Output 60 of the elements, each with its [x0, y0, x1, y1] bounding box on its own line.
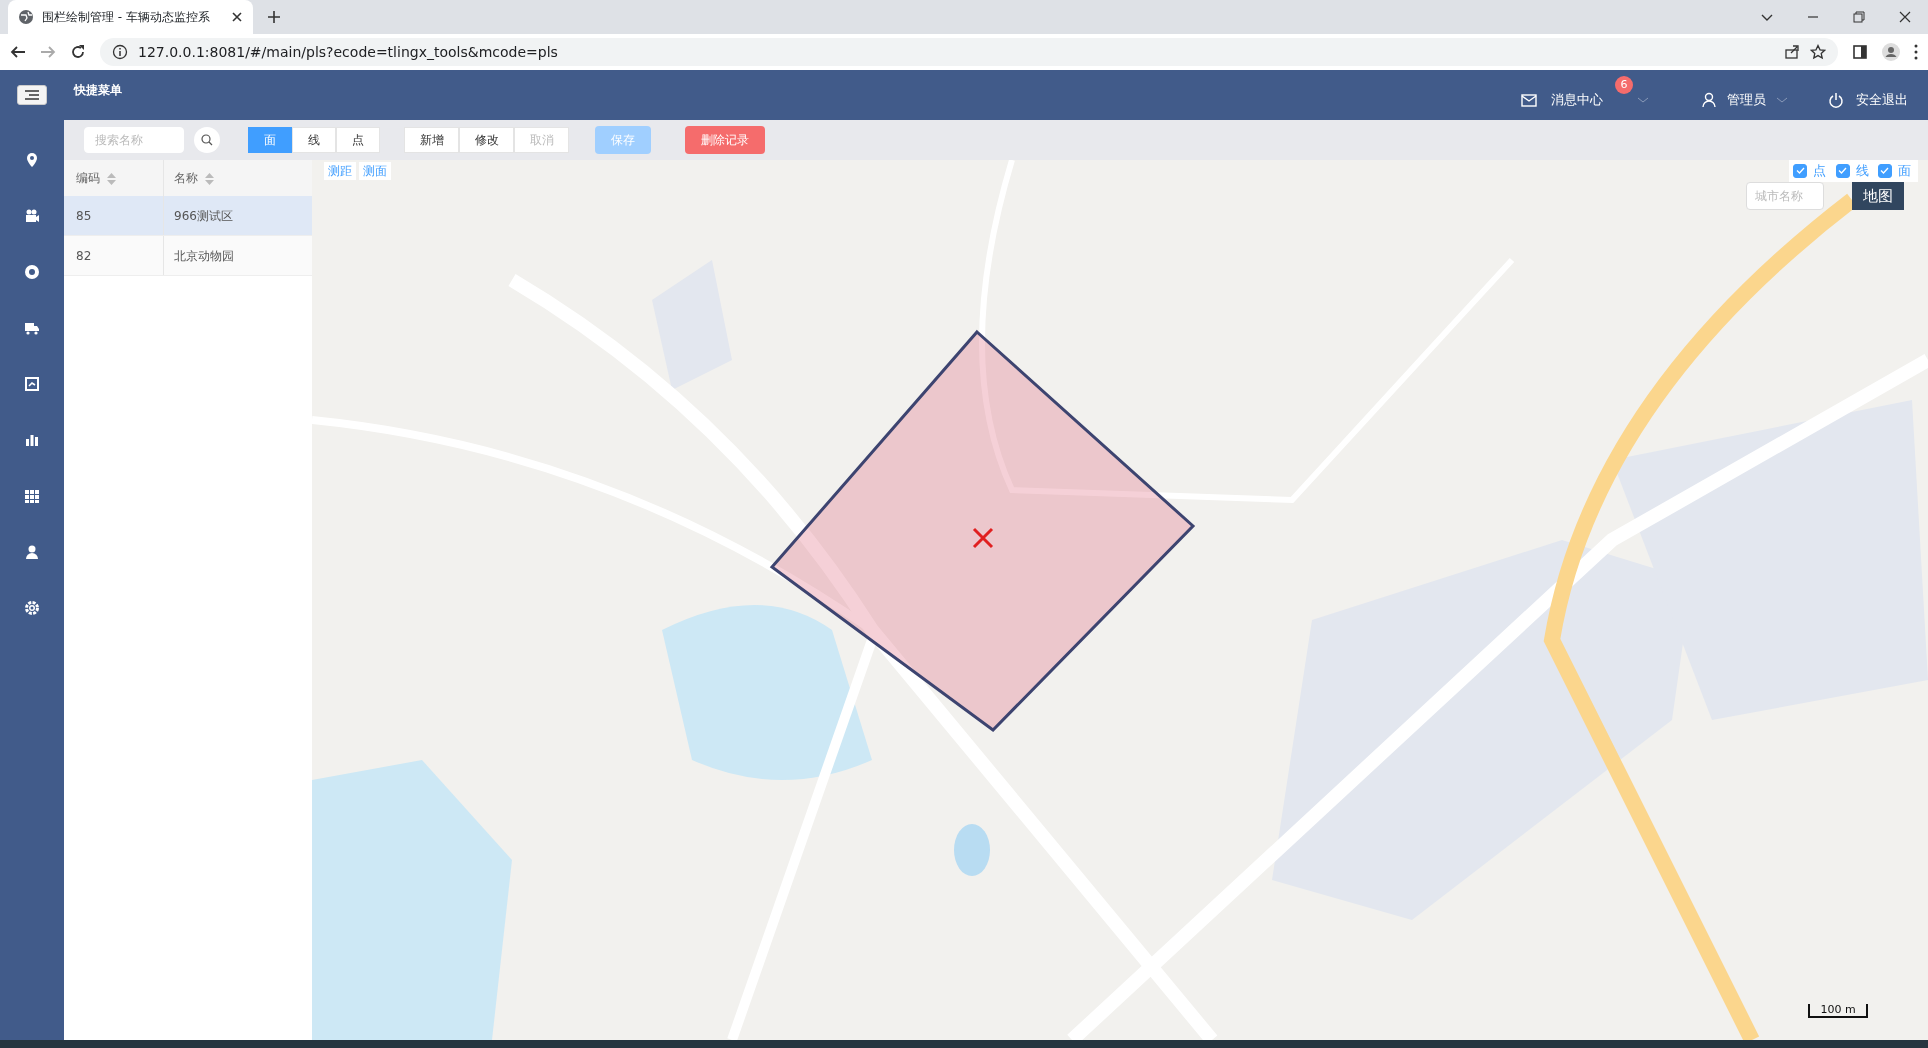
restore-icon[interactable] [1852, 10, 1866, 24]
map-type-button[interactable]: 地图 [1852, 182, 1904, 210]
center-x-icon[interactable] [972, 527, 994, 549]
menu-title: 快捷菜单 [74, 82, 122, 99]
location-pin-icon[interactable] [24, 152, 40, 168]
mode-tab[interactable]: 点 [336, 127, 380, 153]
column-header[interactable]: 名称 [174, 169, 214, 187]
close-icon[interactable] [231, 11, 243, 23]
layer-checkbox[interactable] [1835, 163, 1850, 178]
report-icon[interactable] [24, 376, 40, 392]
layer-label: 点 [1813, 162, 1827, 180]
table-cell-text: 966测试区 [174, 207, 233, 225]
search-field[interactable]: 搜索名称 [84, 127, 184, 153]
truck-icon[interactable] [24, 320, 40, 336]
logout-link[interactable]: 安全退出 [1856, 90, 1908, 110]
address-bar[interactable]: 127.0.0.1:8081/#/main/pls?ecode=tlingx_tools&mcode=pls [100, 38, 1838, 66]
menu-button[interactable] [17, 85, 47, 105]
user-name[interactable]: 管理员 [1727, 90, 1766, 110]
close-icon[interactable] [1898, 10, 1912, 24]
messages-link[interactable]: 消息中心 [1551, 90, 1603, 110]
grid-icon[interactable] [24, 488, 40, 504]
table-cell-text: 北京动物园 [174, 247, 234, 265]
url-text: 127.0.0.1:8081/#/main/pls?ecode=tlingx_tools&mcode=pls [138, 42, 558, 62]
scale-bar: 100 m [1808, 1004, 1868, 1018]
table-row[interactable]: 85 966测试区 [64, 196, 312, 236]
mail-icon[interactable] [1521, 92, 1537, 108]
search-button[interactable] [194, 127, 220, 153]
city-search-field[interactable]: 城市名称 [1746, 182, 1824, 210]
lifebuoy-icon[interactable] [24, 264, 40, 280]
mode-tab[interactable]: 线 [292, 127, 336, 153]
action-button[interactable]: 新增 [404, 127, 459, 153]
table-cell-text: 85 [76, 207, 92, 225]
reload-icon[interactable] [70, 44, 86, 60]
table-cell-text: 82 [76, 247, 92, 265]
bar-chart-icon[interactable] [24, 432, 40, 448]
column-header[interactable]: 编码 [76, 169, 116, 187]
user-icon[interactable] [24, 544, 40, 560]
plus-icon[interactable] [267, 10, 281, 24]
info-icon [112, 44, 128, 60]
action-button[interactable]: 修改 [459, 127, 514, 153]
profile-icon[interactable] [1882, 43, 1900, 61]
search-icon [201, 134, 213, 146]
sidebar-icon[interactable] [1852, 44, 1868, 60]
table-row[interactable]: 82 北京动物园 [64, 236, 312, 276]
video-camera-icon[interactable] [24, 208, 40, 224]
layer-checkbox[interactable] [1793, 163, 1808, 178]
settings-icon[interactable] [24, 600, 40, 616]
layer-label: 面 [1897, 162, 1911, 180]
layer-label: 线 [1855, 162, 1869, 180]
user-icon[interactable] [1701, 92, 1717, 108]
fence-polygon[interactable] [769, 329, 1196, 732]
menu-icon [25, 90, 39, 100]
globe-icon [18, 9, 34, 25]
power-icon[interactable] [1828, 92, 1844, 108]
star-icon[interactable] [1810, 44, 1826, 60]
back-arrow-icon[interactable] [10, 44, 26, 60]
notification-badge: 6 [1615, 76, 1633, 95]
kebab-menu-icon[interactable] [1914, 44, 1918, 60]
share-icon[interactable] [1784, 44, 1800, 60]
layer-checkbox[interactable] [1877, 163, 1892, 178]
